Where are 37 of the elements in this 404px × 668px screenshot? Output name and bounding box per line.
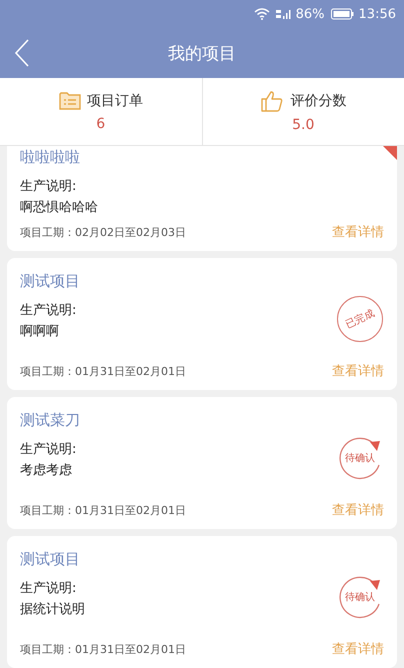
battery-percent: 86% bbox=[296, 6, 325, 22]
completed-stamp: 已完成 bbox=[337, 296, 383, 342]
project-title[interactable]: 啦啦啦啦 bbox=[20, 148, 80, 167]
project-title[interactable]: 测试项目 bbox=[20, 550, 80, 569]
view-details-link[interactable]: 查看详情 bbox=[332, 362, 384, 380]
project-title[interactable]: 测试菜刀 bbox=[20, 411, 80, 430]
corner-flag-icon bbox=[383, 146, 397, 160]
battery-icon bbox=[330, 8, 354, 20]
thumbs-up-icon bbox=[260, 90, 284, 112]
view-details-link[interactable]: 查看详情 bbox=[332, 501, 384, 519]
project-period: 项目工期：01月31日至02月01日 bbox=[20, 502, 186, 518]
project-period: 项目工期：01月31日至02月01日 bbox=[20, 364, 186, 378]
stat-label: 项目订单 bbox=[86, 92, 143, 110]
stat-value: 5.0 bbox=[292, 117, 314, 133]
view-details-link[interactable]: 查看详情 bbox=[332, 640, 384, 658]
description-label: 生产说明: bbox=[20, 178, 76, 195]
clock: 13:56 bbox=[358, 6, 396, 22]
view-details-link[interactable]: 查看详情 bbox=[332, 223, 384, 241]
description-text: 啊恐惧哈哈哈 bbox=[20, 199, 98, 216]
back-icon[interactable] bbox=[14, 39, 30, 67]
description-text: 据统计说明 bbox=[20, 601, 85, 618]
pending-stamp: 待确认 bbox=[337, 435, 383, 481]
stat-label: 评价分数 bbox=[290, 92, 346, 110]
description-label: 生产说明: bbox=[20, 580, 76, 597]
project-title[interactable]: 测试项目 bbox=[20, 272, 80, 291]
list-folder-icon bbox=[58, 91, 81, 111]
wifi-icon bbox=[254, 8, 270, 20]
page-title: 我的项目 bbox=[168, 42, 236, 64]
stat-value: 6 bbox=[96, 116, 106, 132]
description-text: 考虑考虑 bbox=[20, 462, 72, 479]
description-label: 生产说明: bbox=[20, 302, 76, 319]
description-label: 生产说明: bbox=[20, 441, 76, 458]
signal-icon bbox=[274, 8, 291, 20]
pending-stamp: 待确认 bbox=[337, 574, 383, 620]
project-period: 项目工期：01月31日至02月01日 bbox=[20, 642, 186, 656]
description-text: 啊啊啊 bbox=[20, 323, 59, 340]
project-period: 项目工期：02月02日至02月03日 bbox=[20, 224, 186, 240]
